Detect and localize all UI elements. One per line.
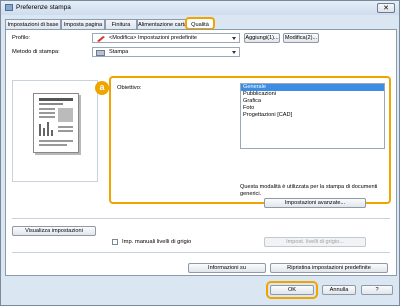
list-item[interactable]: Progettazioni [CAD] xyxy=(241,112,384,119)
tab-page-setup[interactable]: Imposta pagina xyxy=(61,19,105,29)
preview-page-image xyxy=(33,93,79,153)
list-item[interactable]: Foto xyxy=(241,105,384,112)
tab-finishing[interactable]: Finitura xyxy=(105,19,137,29)
window-title: Preferenze stampa xyxy=(16,4,71,11)
gray-settings-button[interactable]: Impost. livelli di grigio... xyxy=(264,237,366,247)
title-bar: Preferenze stampa ✕ xyxy=(1,1,399,15)
list-item[interactable]: Generale xyxy=(241,84,384,91)
about-button[interactable]: Informazioni su xyxy=(188,263,266,273)
chevron-down-icon xyxy=(232,51,236,54)
ok-button[interactable]: OK xyxy=(270,285,314,295)
tab-paper-source[interactable]: Alimentazione carta xyxy=(137,19,187,29)
profile-select[interactable]: <Modifica> Impostazioni predefinite xyxy=(92,33,240,43)
chevron-down-icon xyxy=(232,37,236,40)
preview-content-graphic xyxy=(39,98,73,146)
printer-icon xyxy=(5,4,13,11)
output-method-label: Metodo di stampa: xyxy=(12,49,60,55)
objective-list[interactable]: Generale Pubblicazioni Grafica Foto Prog… xyxy=(240,83,385,149)
divider xyxy=(12,218,390,219)
pencil-icon xyxy=(97,36,105,42)
list-item[interactable]: Pubblicazioni xyxy=(241,91,384,98)
view-settings-button[interactable]: Visualizza impostazioni xyxy=(12,226,96,236)
objective-description: Questa modalità è utilizzata per la stam… xyxy=(240,184,378,197)
add-profile-button[interactable]: Aggiungi(1)... xyxy=(244,33,280,43)
profile-label: Profilo: xyxy=(12,35,31,41)
quality-panel: Profilo: <Modifica> Impostazioni predefi… xyxy=(5,29,397,276)
callout-badge: a xyxy=(95,81,109,95)
profile-value: <Modifica> Impostazioni predefinite xyxy=(109,35,197,41)
close-button[interactable]: ✕ xyxy=(377,3,395,13)
help-button[interactable]: ? xyxy=(361,285,393,295)
preferences-window: Preferenze stampa ✕ Impostazioni di base… xyxy=(0,0,400,306)
advanced-settings-button[interactable]: Impostazioni avanzate... xyxy=(264,198,366,208)
cancel-button[interactable]: Annulla xyxy=(322,285,356,295)
edit-profile-button[interactable]: Modifica(2)... xyxy=(283,33,319,43)
restore-defaults-button[interactable]: Ripristina impostazioni predefinite xyxy=(270,263,388,273)
objective-label: Obiettivo: xyxy=(117,85,142,91)
output-method-value: Stampa xyxy=(109,49,129,55)
objective-section: Obiettivo: Generale Pubblicazioni Grafic… xyxy=(109,76,391,204)
output-method-select[interactable]: Stampa xyxy=(92,47,240,57)
list-item[interactable]: Grafica xyxy=(241,98,384,105)
page-preview xyxy=(12,80,98,182)
manual-gray-checkbox[interactable] xyxy=(112,239,118,245)
manual-gray-label: Imp. manuali livelli di grigio xyxy=(122,239,192,245)
tab-basic-settings[interactable]: Impostazioni di base xyxy=(5,19,61,29)
divider xyxy=(12,252,390,253)
printer-icon xyxy=(96,50,105,56)
